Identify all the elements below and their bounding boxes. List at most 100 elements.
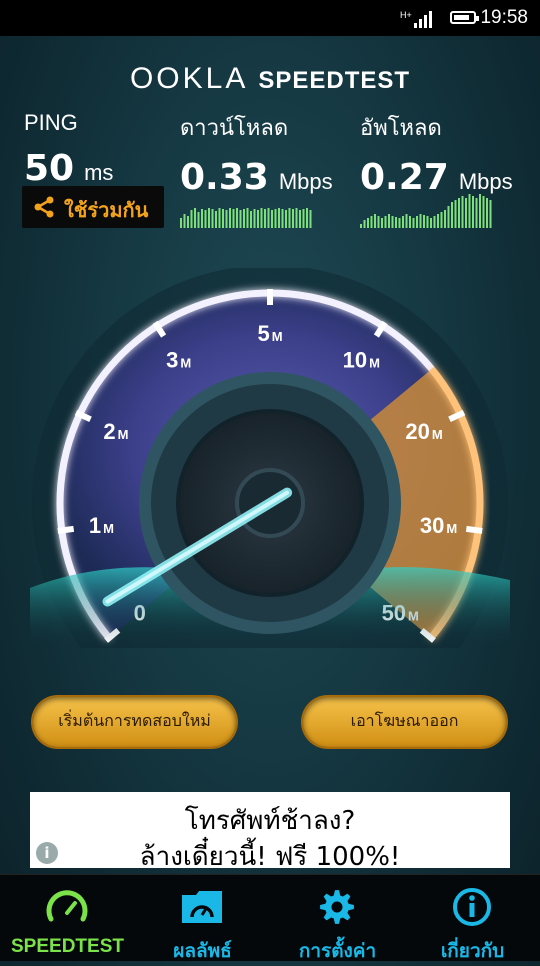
sparkline-bar (260, 208, 263, 228)
ad-line-2: ล้างเดี๋ยวนี้! ฟรี 100%! (139, 842, 401, 872)
sparkline-bar (285, 210, 287, 228)
sparkline-bar (465, 198, 467, 228)
sparkline-bar (215, 211, 217, 228)
sparkline-bar (430, 218, 432, 228)
ping-value: 50 (24, 148, 75, 189)
sparkline-bar (458, 198, 460, 228)
info-icon (453, 888, 491, 926)
sparkline-bar (299, 210, 301, 228)
sparkline-bar (384, 216, 387, 228)
sparkline-bar (370, 216, 373, 228)
nav-speedtest[interactable]: SPEEDTEST (0, 875, 135, 961)
sparkline-bar (225, 210, 228, 228)
sparkline-bar (281, 209, 284, 228)
sparkline-bar (271, 210, 273, 228)
sparkline-bar (374, 214, 376, 228)
download-metric: ดาวน์โหลด 0.33 Mbps (180, 110, 333, 198)
sparkline-bar (278, 208, 280, 228)
ad-info-icon[interactable]: i (36, 842, 58, 864)
sparkline-bar (211, 209, 214, 228)
sparkline-bar (187, 216, 189, 228)
sparkline-bar (204, 210, 207, 228)
gauge-tick (465, 525, 483, 534)
sparkline-bar (409, 216, 411, 228)
sparkline-bar (405, 214, 408, 228)
sparkline-bar (302, 209, 305, 228)
share-label: ใช้ร่วมกัน (64, 200, 149, 222)
app-header: OOKLA SPEEDTEST (0, 62, 540, 96)
sparkline-bar (243, 209, 245, 228)
sparkline-bar (264, 209, 266, 228)
sparkline-bar (180, 218, 182, 228)
sparkline-bar (433, 216, 436, 228)
nav-settings[interactable]: การตั้งค่า (270, 875, 405, 962)
sparkline-bar (454, 200, 457, 228)
nav-results[interactable]: ผลลัพธ์ (135, 875, 270, 962)
sparkline-bar (295, 208, 298, 228)
results-folder-icon (182, 891, 222, 923)
status-time: 19:58 (480, 7, 528, 28)
sparkline-bar (222, 209, 224, 228)
sparkline-bar (416, 216, 418, 228)
sparkline-bar (391, 216, 394, 228)
sparkline-bar (208, 208, 210, 228)
sparkline-bar (257, 210, 259, 228)
sparkline-bar (395, 217, 397, 228)
ad-banner[interactable]: โทรศัพท์ช้าลง? ล้างเดี๋ยวนี้! ฟรี 100%! … (30, 792, 510, 872)
speedometer-icon (46, 890, 88, 922)
nav-about-label: เกี่ยวกับ (440, 941, 505, 962)
sparkline-bar (218, 208, 221, 228)
nav-results-label: ผลลัพธ์ (173, 941, 232, 962)
download-label: ดาวน์โหลด (180, 115, 289, 140)
ping-metric: PING 50 ms (24, 110, 113, 189)
sparkline-bar (229, 208, 231, 228)
sparkline-bar (472, 196, 474, 228)
ad-line-1: โทรศัพท์ช้าลง? (184, 806, 356, 836)
sparkline-bar (398, 218, 401, 228)
sparkline-bar (381, 218, 383, 228)
remove-ads-button[interactable]: เอาโฆษณาออก (303, 697, 506, 747)
brand-logo: OOKLA (129, 62, 249, 95)
status-bar: H+ 19:58 (0, 0, 540, 36)
sparkline-bar (489, 200, 492, 228)
sparkline-bar (479, 194, 481, 228)
sparkline-bar (426, 216, 429, 228)
sparkline-bar (246, 208, 249, 228)
nav-about[interactable]: เกี่ยวกับ (405, 875, 540, 962)
sparkline-bar (419, 214, 422, 228)
sparkline-bar (468, 194, 471, 228)
nav-settings-label: การตั้งค่า (298, 941, 377, 962)
restart-test-button[interactable]: เริ่มต้นการทดสอบใหม่ (33, 697, 236, 747)
sparkline-bar (250, 211, 252, 228)
ping-label: PING (24, 110, 78, 135)
sparkline-bar (367, 218, 369, 228)
sparkline-bar (201, 209, 203, 228)
sparkline-bar (475, 198, 478, 228)
sparkline-bar (292, 209, 294, 228)
battery-icon (450, 11, 479, 24)
download-sparkline (180, 208, 312, 228)
upload-metric: อัพโหลด 0.27 Mbps (360, 110, 513, 198)
speed-gauge: 01M2M3M5M10M20M30M50M (30, 268, 510, 648)
sparkline-bar (363, 220, 366, 228)
sparkline-bar (360, 224, 362, 228)
sparkline-bar (440, 212, 443, 228)
sparkline-bar (377, 216, 380, 228)
brand-title: SPEEDTEST (258, 67, 411, 94)
upload-label: อัพโหลด (360, 115, 442, 140)
share-icon (34, 196, 54, 218)
sparkline-bar (388, 214, 390, 228)
sparkline-bar (309, 210, 312, 228)
sparkline-bar (267, 208, 270, 228)
sparkline-bar (253, 209, 256, 228)
sparkline-bar (197, 212, 200, 228)
sparkline-bar (288, 208, 291, 228)
share-button[interactable]: ใช้ร่วมกัน (22, 186, 164, 228)
gear-icon (320, 890, 354, 924)
sparkline-bar (274, 209, 277, 228)
upload-sparkline (360, 194, 492, 228)
sparkline-bar (444, 210, 446, 228)
sparkline-bar (190, 210, 193, 228)
sparkline-bar (412, 218, 415, 228)
sparkline-bar (486, 198, 488, 228)
